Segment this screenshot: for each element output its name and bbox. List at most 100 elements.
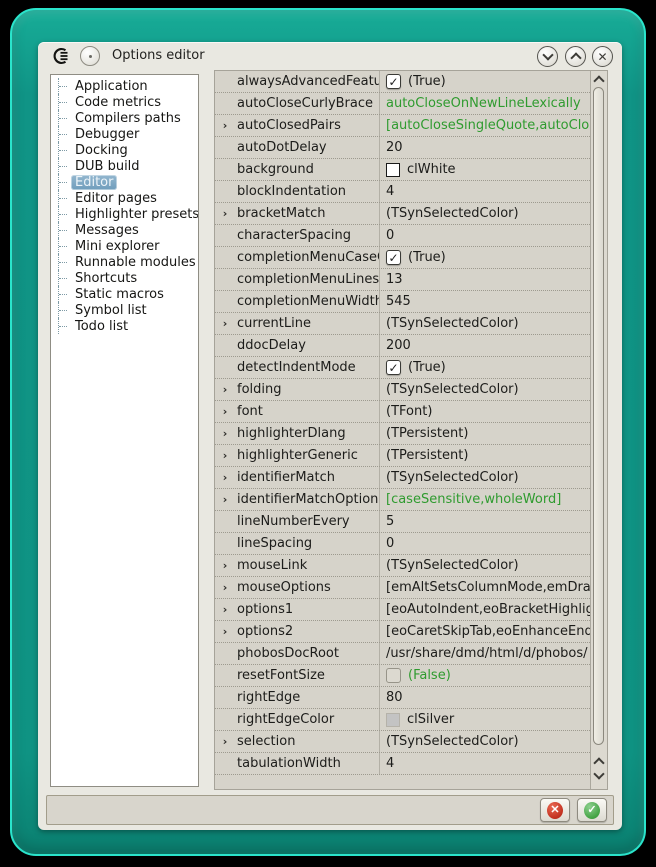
property-row-currentLine[interactable]: ›currentLine(TSynSelectedColor): [215, 313, 590, 335]
property-row-tabulationWidth[interactable]: tabulationWidth4: [215, 753, 590, 775]
sidebar-item-messages[interactable]: Messages: [58, 222, 198, 238]
scroll-up-icon[interactable]: [595, 76, 603, 84]
sidebar-item-editor-pages[interactable]: Editor pages: [58, 190, 198, 206]
property-value[interactable]: 0: [380, 225, 590, 246]
expand-arrow-icon[interactable]: ›: [215, 599, 235, 620]
property-row-phobosDocRoot[interactable]: phobosDocRoot/usr/share/dmd/html/d/phobo…: [215, 643, 590, 665]
property-value[interactable]: [eoAutoIndent,eoBracketHighlight: [380, 599, 590, 620]
property-value[interactable]: 0: [380, 533, 590, 554]
property-value[interactable]: [emAltSetsColumnMode,emDragDro: [380, 577, 590, 598]
sidebar-item-compilers-paths[interactable]: Compilers paths: [58, 110, 198, 126]
property-value[interactable]: clSilver: [380, 709, 590, 730]
checkbox[interactable]: [386, 668, 401, 683]
property-value[interactable]: 4: [380, 753, 590, 774]
property-value[interactable]: (TSynSelectedColor): [380, 467, 590, 488]
sidebar-item-runnable-modules[interactable]: Runnable modules: [58, 254, 198, 270]
minimize-button[interactable]: [537, 46, 558, 67]
property-row-identifierMatchOptions[interactable]: ›identifierMatchOptions[caseSensitive,wh…: [215, 489, 590, 511]
property-value[interactable]: (TPersistent): [380, 423, 590, 444]
expand-arrow-icon[interactable]: ›: [215, 621, 235, 642]
property-value[interactable]: /usr/share/dmd/html/d/phobos/: [380, 643, 590, 664]
scroll-down-icon[interactable]: [595, 772, 603, 780]
property-row-completionMenuCaseCare[interactable]: completionMenuCaseCare✓(True): [215, 247, 590, 269]
property-value[interactable]: 20: [380, 137, 590, 158]
checkbox[interactable]: ✓: [386, 74, 401, 89]
expand-arrow-icon[interactable]: ›: [215, 445, 235, 466]
expand-arrow-icon[interactable]: ›: [215, 313, 235, 334]
sidebar-item-todo-list[interactable]: Todo list: [58, 318, 198, 334]
property-value[interactable]: 545: [380, 291, 590, 312]
maximize-button[interactable]: [565, 46, 586, 67]
property-row-completionMenuLines[interactable]: completionMenuLines13: [215, 269, 590, 291]
property-value[interactable]: autoCloseOnNewLineLexically: [380, 93, 590, 114]
property-value[interactable]: ✓(True): [380, 357, 590, 378]
property-row-ddocDelay[interactable]: ddocDelay200: [215, 335, 590, 357]
property-value[interactable]: (False): [380, 665, 590, 686]
property-row-identifierMatch[interactable]: ›identifierMatch(TSynSelectedColor): [215, 467, 590, 489]
expand-arrow-icon[interactable]: ›: [215, 379, 235, 400]
property-row-completionMenuWidth[interactable]: completionMenuWidth545: [215, 291, 590, 313]
sidebar-item-application[interactable]: Application: [58, 78, 198, 94]
property-value[interactable]: (TFont): [380, 401, 590, 422]
property-row-options1[interactable]: ›options1[eoAutoIndent,eoBracketHighligh…: [215, 599, 590, 621]
property-row-highlighterDlang[interactable]: ›highlighterDlang(TPersistent): [215, 423, 590, 445]
property-row-lineNumberEvery[interactable]: lineNumberEvery5: [215, 511, 590, 533]
close-button[interactable]: ✕: [592, 46, 613, 67]
sidebar-item-docking[interactable]: Docking: [58, 142, 198, 158]
property-row-autoClosedPairs[interactable]: ›autoClosedPairs[autoCloseSingleQuote,au…: [215, 115, 590, 137]
expand-arrow-icon[interactable]: ›: [215, 577, 235, 598]
property-row-rightEdge[interactable]: rightEdge80: [215, 687, 590, 709]
property-value[interactable]: (TSynSelectedColor): [380, 731, 590, 752]
scroll-up-icon-bottom[interactable]: [595, 758, 603, 766]
property-row-characterSpacing[interactable]: characterSpacing0: [215, 225, 590, 247]
expand-arrow-icon[interactable]: ›: [215, 467, 235, 488]
property-row-folding[interactable]: ›folding(TSynSelectedColor): [215, 379, 590, 401]
vertical-scrollbar[interactable]: [590, 71, 607, 789]
expand-arrow-icon[interactable]: ›: [215, 401, 235, 422]
property-row-lineSpacing[interactable]: lineSpacing0: [215, 533, 590, 555]
property-value[interactable]: [eoCaretSkipTab,eoEnhanceEndKe: [380, 621, 590, 642]
property-row-mouseLink[interactable]: ›mouseLink(TSynSelectedColor): [215, 555, 590, 577]
expand-arrow-icon[interactable]: ›: [215, 489, 235, 510]
expand-arrow-icon[interactable]: ›: [215, 115, 235, 136]
titlebar[interactable]: Options editor ✕: [38, 42, 622, 70]
expand-arrow-icon[interactable]: ›: [215, 731, 235, 752]
property-row-autoCloseCurlyBrace[interactable]: autoCloseCurlyBraceautoCloseOnNewLineLex…: [215, 93, 590, 115]
property-value[interactable]: ✓(True): [380, 247, 590, 268]
property-value[interactable]: 5: [380, 511, 590, 532]
property-row-mouseOptions[interactable]: ›mouseOptions[emAltSetsColumnMode,emDrag…: [215, 577, 590, 599]
property-row-background[interactable]: backgroundclWhite: [215, 159, 590, 181]
property-value[interactable]: (TSynSelectedColor): [380, 555, 590, 576]
sidebar-item-static-macros[interactable]: Static macros: [58, 286, 198, 302]
expand-arrow-icon[interactable]: ›: [215, 423, 235, 444]
property-value[interactable]: [autoCloseSingleQuote,autoCloseDo: [380, 115, 590, 136]
window-menu-button[interactable]: [80, 46, 100, 66]
expand-arrow-icon[interactable]: ›: [215, 555, 235, 576]
checkbox[interactable]: ✓: [386, 360, 401, 375]
property-row-bracketMatch[interactable]: ›bracketMatch(TSynSelectedColor): [215, 203, 590, 225]
property-value[interactable]: (TSynSelectedColor): [380, 313, 590, 334]
sidebar-item-shortcuts[interactable]: Shortcuts: [58, 270, 198, 286]
property-value[interactable]: clWhite: [380, 159, 590, 180]
property-row-detectIndentMode[interactable]: detectIndentMode✓(True): [215, 357, 590, 379]
property-row-rightEdgeColor[interactable]: rightEdgeColorclSilver: [215, 709, 590, 731]
property-value[interactable]: (TSynSelectedColor): [380, 379, 590, 400]
property-row-resetFontSize[interactable]: resetFontSize(False): [215, 665, 590, 687]
scrollbar-thumb[interactable]: [593, 87, 604, 745]
property-row-blockIndentation[interactable]: blockIndentation4: [215, 181, 590, 203]
sidebar-item-code-metrics[interactable]: Code metrics: [58, 94, 198, 110]
property-row-font[interactable]: ›font(TFont): [215, 401, 590, 423]
property-value[interactable]: [caseSensitive,wholeWord]: [380, 489, 590, 510]
cancel-button[interactable]: ✕: [540, 798, 570, 822]
property-value[interactable]: 200: [380, 335, 590, 356]
property-row-selection[interactable]: ›selection(TSynSelectedColor): [215, 731, 590, 753]
sidebar-item-highlighter-presets[interactable]: Highlighter presets: [58, 206, 198, 222]
property-value[interactable]: 4: [380, 181, 590, 202]
sidebar-item-editor[interactable]: Editor: [58, 174, 198, 190]
property-row-alwaysAdvancedFeatures[interactable]: alwaysAdvancedFeatures✓(True): [215, 71, 590, 93]
property-value[interactable]: 80: [380, 687, 590, 708]
sidebar-item-symbol-list[interactable]: Symbol list: [58, 302, 198, 318]
sidebar-item-debugger[interactable]: Debugger: [58, 126, 198, 142]
accept-button[interactable]: ✓: [577, 798, 607, 822]
sidebar-item-mini-explorer[interactable]: Mini explorer: [58, 238, 198, 254]
